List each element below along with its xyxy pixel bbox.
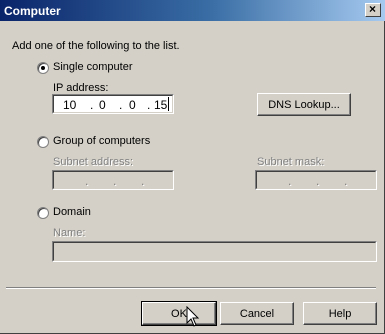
subnet-address-label: Subnet address: [53, 156, 134, 168]
title-bar: Computer × [0, 0, 385, 21]
domain-radio[interactable] [37, 207, 49, 219]
close-button[interactable]: × [365, 2, 381, 17]
ip-address-field[interactable]: 10 . 0 . 0 . 15 [52, 94, 174, 114]
domain-name-label: Name: [53, 227, 86, 239]
computer-dialog: Computer × Add one of the following to t… [0, 0, 385, 334]
domain-label: Domain [53, 206, 91, 218]
subnet-mask-label: Subnet mask: [257, 156, 325, 168]
mouse-pointer-icon [186, 306, 200, 327]
dns-lookup-button[interactable]: DNS Lookup... [257, 93, 351, 116]
ip-address-label: IP address: [53, 82, 109, 94]
help-button[interactable]: Help [303, 302, 377, 325]
text-cursor [168, 97, 169, 111]
close-icon: × [369, 2, 377, 16]
instruction-text: Add one of the following to the list. [12, 40, 180, 52]
subnet-address-field[interactable]: . . . [52, 170, 174, 190]
ip-octet-1: 10 [63, 98, 77, 112]
ip-octet-4: 15 [154, 98, 168, 112]
group-of-computers-label: Group of computers [53, 135, 151, 147]
separator [6, 287, 376, 289]
single-computer-label: Single computer [53, 61, 133, 73]
dialog-title: Computer [4, 4, 61, 18]
subnet-mask-field[interactable]: . . . [255, 170, 377, 190]
cancel-button[interactable]: Cancel [220, 302, 294, 325]
domain-name-field[interactable] [52, 241, 377, 262]
ok-button[interactable]: OK [141, 301, 217, 326]
ip-octet-3: 0 [129, 98, 136, 112]
single-computer-radio[interactable] [37, 62, 49, 74]
ip-octet-2: 0 [99, 98, 106, 112]
group-of-computers-radio[interactable] [37, 136, 49, 148]
